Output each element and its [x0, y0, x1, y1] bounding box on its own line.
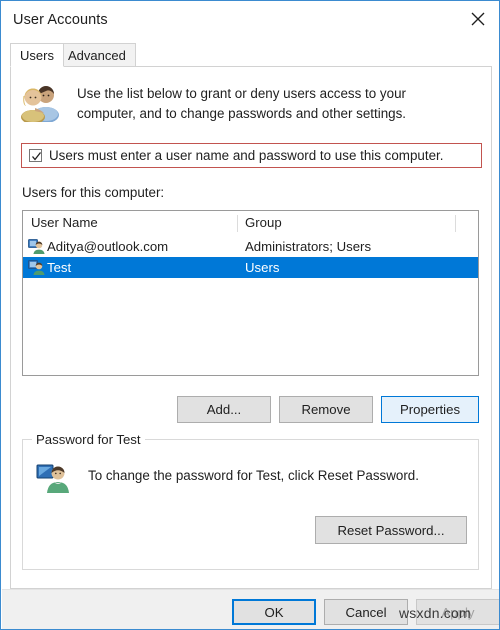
- user-password-icon: [36, 460, 72, 496]
- two-users-icon: [19, 82, 63, 122]
- password-group-box: Password for Test To change the password…: [22, 432, 479, 570]
- user-accounts-dialog: User Accounts Users Advanced Use the lis…: [0, 0, 500, 630]
- properties-button[interactable]: Properties: [381, 396, 479, 423]
- column-header-user-name[interactable]: User Name: [31, 215, 98, 230]
- users-list-label: Users for this computer:: [22, 185, 165, 200]
- watermark: wsxdn.com: [399, 605, 471, 621]
- tab-users[interactable]: Users: [10, 43, 64, 67]
- add-button[interactable]: Add...: [177, 396, 271, 423]
- remove-button[interactable]: Remove: [279, 396, 373, 423]
- close-icon[interactable]: [455, 2, 499, 35]
- cell-group: Users: [245, 260, 280, 275]
- users-tab-panel: Use the list below to grant or deny user…: [10, 66, 492, 589]
- listview-header: User Name Group: [23, 211, 478, 236]
- table-row[interactable]: Aditya@outlook.com Administrators; Users: [23, 236, 478, 257]
- tab-advanced-label: Advanced: [68, 47, 126, 63]
- password-group-body: To change the password for Test, click R…: [36, 460, 419, 496]
- add-button-label: Add...: [206, 402, 242, 417]
- user-account-icon: [28, 259, 45, 276]
- password-group-title: Password for Test: [32, 432, 145, 447]
- require-password-checkbox[interactable]: [29, 149, 42, 162]
- cell-user-name: Test: [47, 260, 72, 275]
- reset-password-button-label: Reset Password...: [337, 522, 445, 538]
- intro-block: Use the list below to grant or deny user…: [19, 82, 483, 124]
- cancel-button[interactable]: Cancel: [324, 599, 408, 625]
- cancel-button-label: Cancel: [345, 604, 387, 620]
- intro-text: Use the list below to grant or deny user…: [77, 86, 407, 121]
- tab-advanced[interactable]: Advanced: [58, 43, 136, 67]
- column-header-group[interactable]: Group: [245, 215, 282, 230]
- ok-button[interactable]: OK: [232, 599, 316, 625]
- remove-button-label: Remove: [301, 402, 351, 417]
- user-account-icon: [28, 238, 45, 255]
- tab-strip: Users Advanced: [10, 43, 492, 67]
- reset-password-button[interactable]: Reset Password...: [315, 516, 467, 544]
- ok-button-label: OK: [264, 604, 284, 620]
- window-title: User Accounts: [13, 11, 108, 28]
- tab-users-label: Users: [20, 47, 54, 63]
- users-listview[interactable]: User Name Group Aditya@outlook.com Admin…: [22, 210, 479, 376]
- password-group-text: To change the password for Test, click R…: [88, 468, 419, 483]
- properties-button-label: Properties: [399, 402, 461, 417]
- require-password-label: Users must enter a user name and passwor…: [49, 148, 444, 163]
- cell-group: Administrators; Users: [245, 239, 372, 254]
- require-password-row[interactable]: Users must enter a user name and passwor…: [21, 143, 482, 168]
- table-row[interactable]: Test Users: [23, 257, 478, 278]
- cell-user-name: Aditya@outlook.com: [47, 239, 169, 254]
- title-bar: User Accounts: [2, 2, 499, 37]
